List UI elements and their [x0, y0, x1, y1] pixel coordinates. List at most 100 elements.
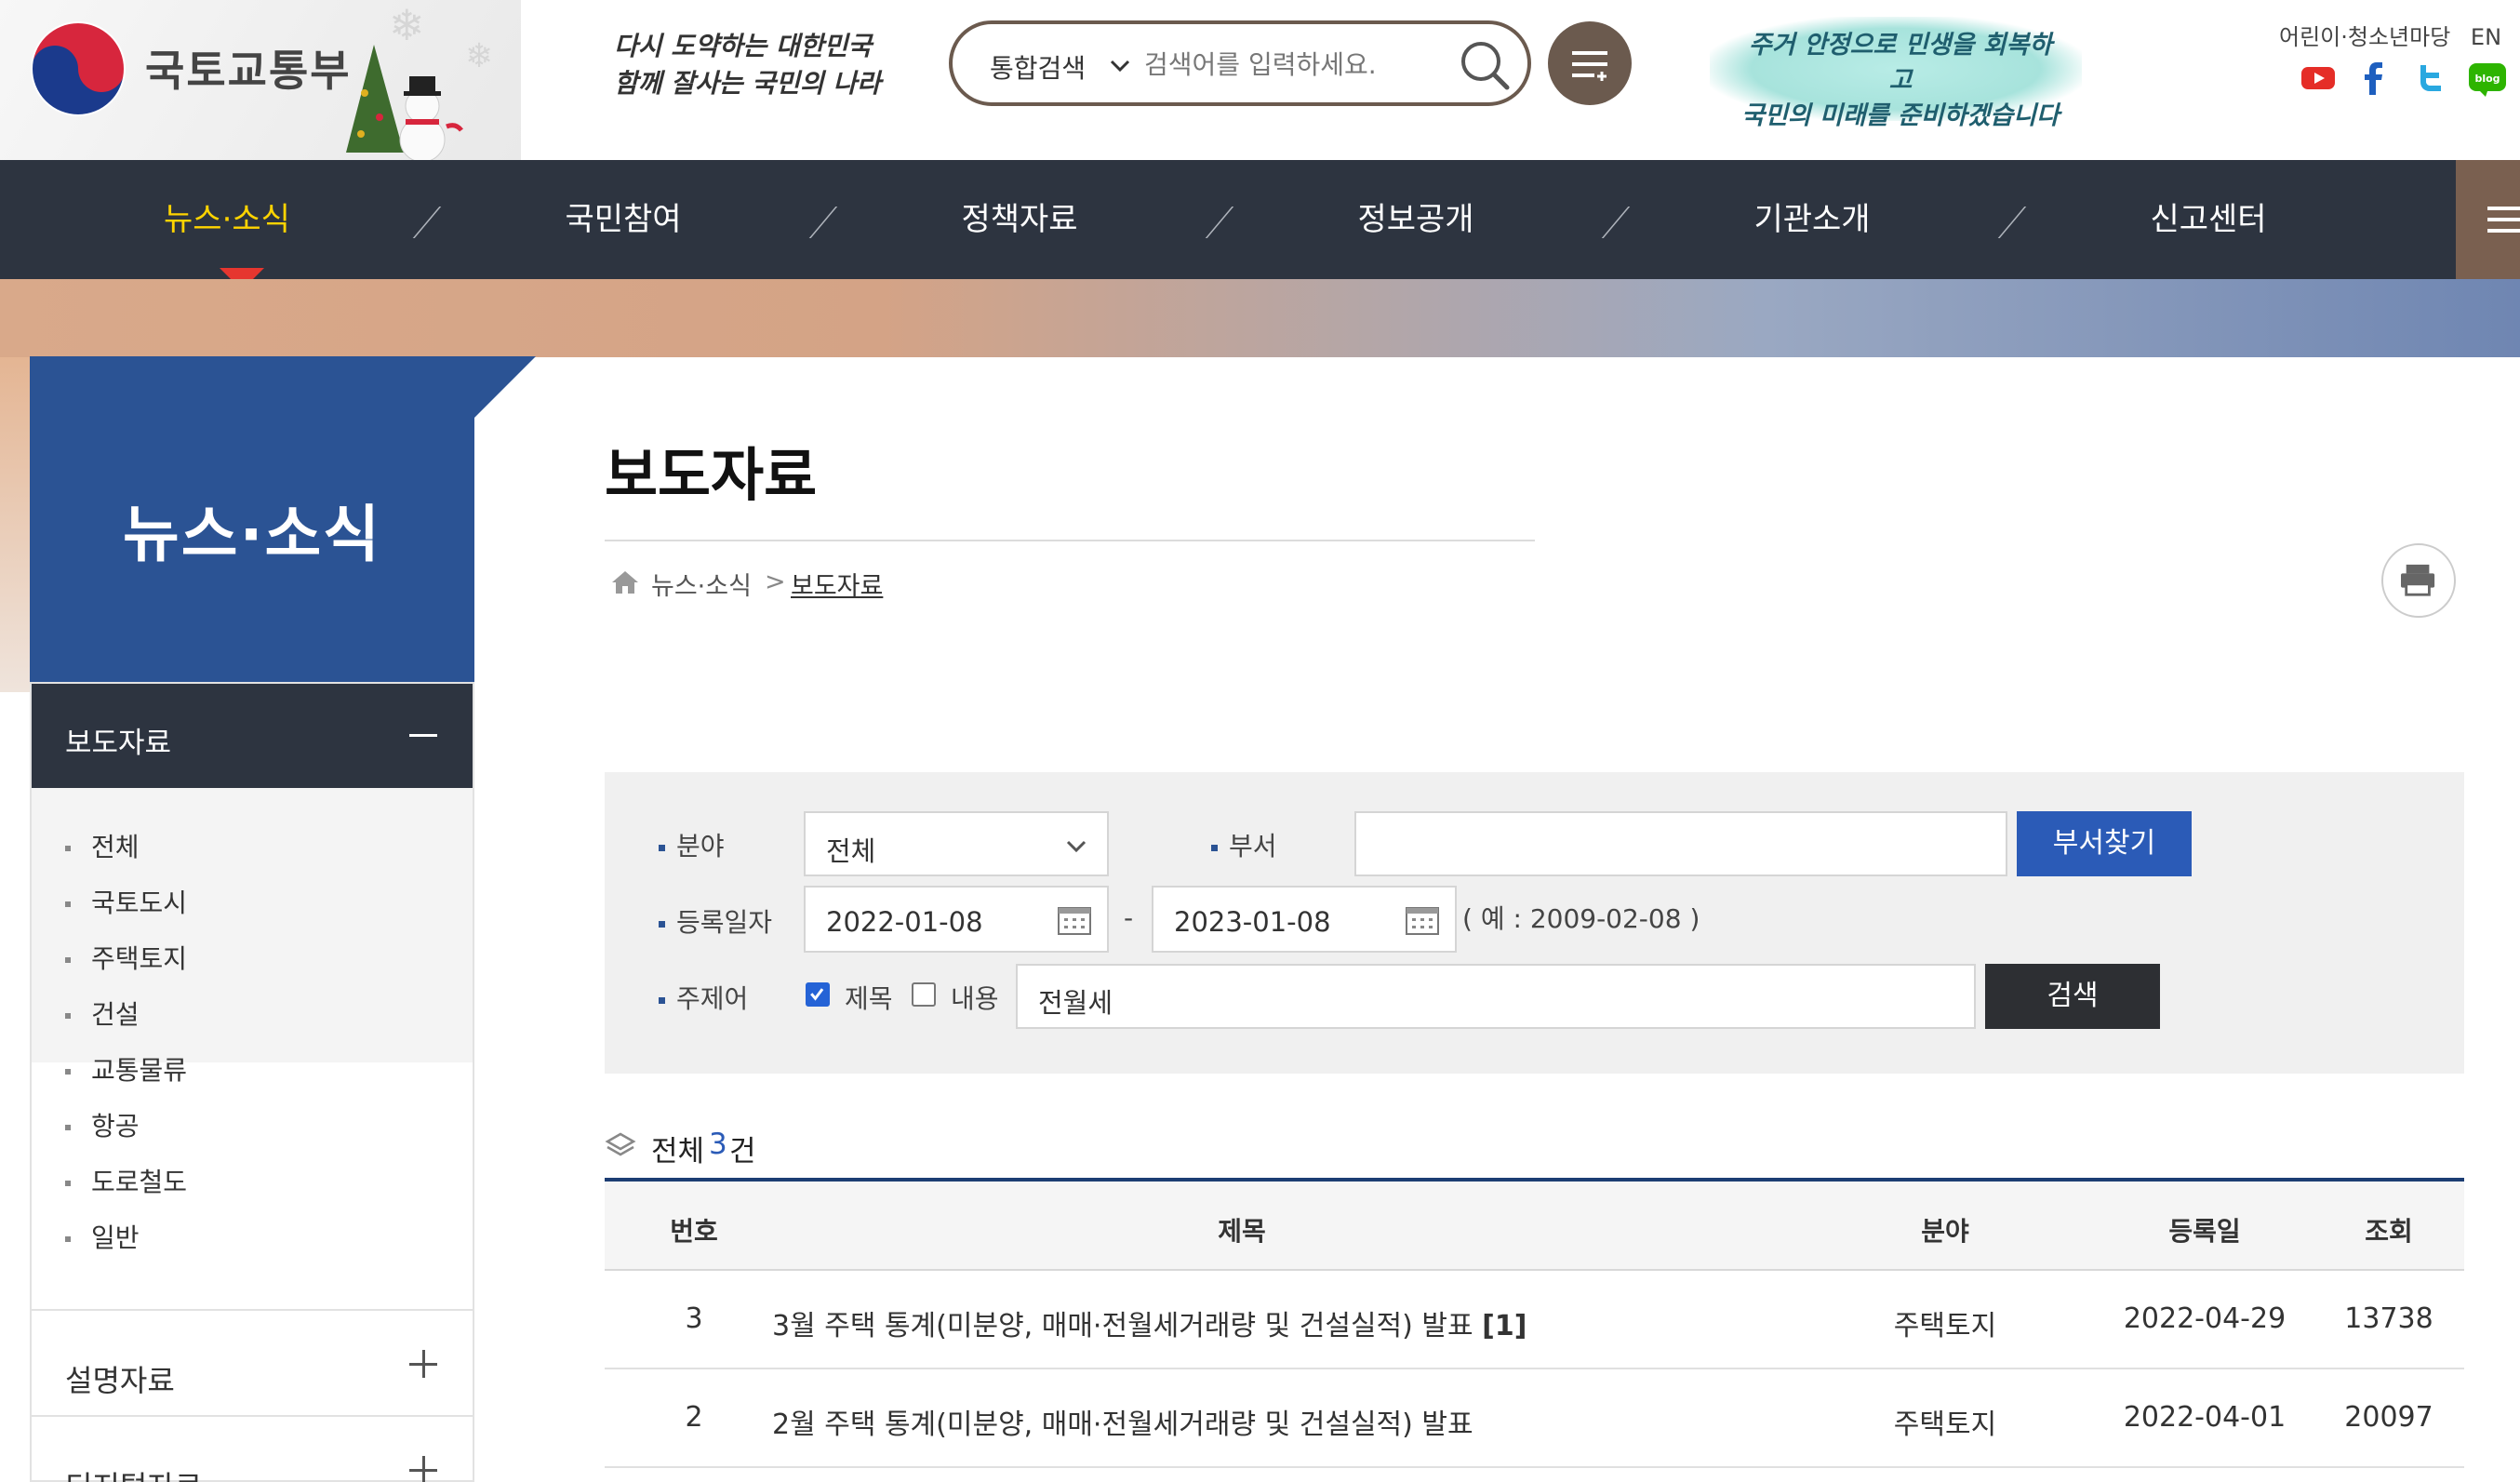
bullet	[65, 1013, 71, 1019]
english-link[interactable]: EN	[2471, 24, 2501, 50]
side-group-press-release[interactable]: 보도자료	[32, 684, 473, 788]
bullet	[65, 1125, 71, 1130]
side-sub-item-transport[interactable]: 교통물류	[65, 1050, 187, 1088]
bullet	[659, 844, 665, 851]
row-title-link[interactable]: 3월 주택 통계(미분양, 매매·전월세거래량 및 건설실적) 발표 [1]	[772, 1302, 1527, 1343]
facebook-icon[interactable]	[2353, 58, 2394, 99]
side-group-explanation[interactable]: 설명자료	[32, 1309, 473, 1413]
date-to-input[interactable]: 2023-01-08	[1152, 886, 1457, 953]
column-header-title: 제목	[1218, 1216, 1266, 1247]
field-select[interactable]: 전체	[804, 811, 1109, 876]
sitemap-button[interactable]	[2456, 160, 2520, 279]
nav-separator	[412, 207, 442, 238]
nav-separator	[1997, 207, 2027, 238]
row-date: 2022-04-01	[2123, 1401, 2287, 1434]
side-group-label: 설명자료	[65, 1363, 175, 1398]
sub-item-label: 국토도시	[91, 888, 188, 918]
side-title-box: 뉴스·소식	[30, 356, 474, 682]
column-header-field: 분야	[1921, 1216, 1969, 1247]
field-label: 분야	[659, 826, 725, 863]
side-sub-item-road-rail[interactable]: 도로철도	[65, 1162, 187, 1199]
side-group-label: 보도자료	[65, 727, 172, 760]
youth-link[interactable]: 어린이·청소년마당	[2279, 24, 2450, 50]
plus-icon	[409, 1350, 437, 1378]
nav-item-report-center[interactable]: 신고센터	[2123, 160, 2294, 279]
calendar-icon[interactable]	[1405, 904, 1440, 936]
table-header: 번호 제목 분야 등록일 조회	[605, 1182, 2464, 1271]
date-from-input[interactable]: 2022-01-08	[804, 886, 1109, 953]
blog-icon[interactable]: blog	[2467, 58, 2508, 99]
side-group-digital[interactable]: 디지털자료	[32, 1415, 473, 1482]
content-checkbox[interactable]	[912, 982, 936, 1007]
attachment-count: [1]	[1482, 1310, 1527, 1342]
print-button[interactable]	[2381, 543, 2456, 618]
hamburger-icon	[2487, 207, 2520, 233]
all-menu-button[interactable]	[1548, 21, 1632, 105]
search-input[interactable]	[1144, 39, 1451, 89]
side-submenu: 전체 국토도시 주택토지 건설 교통물류 항공 도로철도 일반	[32, 788, 473, 1253]
side-title: 뉴스·소식	[123, 499, 381, 570]
column-header-views: 조회	[2365, 1216, 2413, 1247]
calendar-icon[interactable]	[1057, 904, 1092, 936]
row-number: 2	[685, 1401, 703, 1434]
row-title-link[interactable]: 2월 주택 통계(미분양, 매매·전월세거래량 및 건설실적) 발표	[772, 1401, 1473, 1442]
search-box: 통합검색	[949, 20, 1531, 106]
layers-icon	[605, 1132, 636, 1156]
total-label: 전체	[651, 1135, 705, 1168]
search-form: 분야 전체 부서 부서찾기 등록일자 2022-01-08 - 2023-01-…	[605, 772, 2464, 1074]
find-dept-button[interactable]: 부서찾기	[2017, 811, 2192, 876]
side-sub-item-all[interactable]: 전체	[65, 827, 140, 864]
visual-banner	[0, 279, 2520, 357]
site-logo[interactable]: ❄ ❄ 국토교통부	[0, 0, 521, 160]
home-icon[interactable]	[610, 569, 640, 595]
date-separator: -	[1124, 902, 1134, 933]
side-sub-item-general[interactable]: 일반	[65, 1218, 140, 1255]
total-unit: 건	[729, 1135, 756, 1168]
site-header: ❄ ❄ 국토교통부 다시 도약하는 대한민국 함께 잘사는 국민의 나라 통합검…	[0, 0, 2520, 160]
field-select-value: 전체	[826, 835, 876, 867]
side-title-corner	[474, 356, 536, 418]
nav-item-news[interactable]: 뉴스·소식	[141, 160, 313, 279]
title-checkbox-label: 제목	[845, 983, 893, 1014]
breadcrumb-item-news[interactable]: 뉴스·소식	[651, 566, 752, 602]
title-checkbox[interactable]	[806, 982, 830, 1007]
minus-icon	[409, 734, 437, 737]
table-row[interactable]: 3 3월 주택 통계(미분양, 매매·전월세거래량 및 건설실적) 발표 [1]…	[605, 1271, 2464, 1369]
campaign-banner[interactable]: 주거 안정으로 민생을 회복하고 국민의 미래를 준비하겠습니다	[1710, 17, 2082, 130]
search-button[interactable]: 검색	[1985, 964, 2160, 1029]
nav-item-policy[interactable]: 정책자료	[934, 160, 1105, 279]
keyword-input[interactable]: 전월세	[1016, 964, 1976, 1029]
utility-links: 어린이·청소년마당 EN	[2279, 19, 2514, 51]
nav-item-participation[interactable]: 국민참여	[538, 160, 709, 279]
date-from-value: 2022-01-08	[826, 906, 983, 938]
nav-item-about[interactable]: 기관소개	[1727, 160, 1898, 279]
sub-item-label: 전체	[91, 832, 140, 862]
side-sub-item-construction[interactable]: 건설	[65, 995, 140, 1032]
search-icon[interactable]	[1453, 33, 1518, 95]
youtube-icon[interactable]	[2298, 58, 2339, 99]
side-sub-item-aviation[interactable]: 항공	[65, 1106, 140, 1143]
breadcrumb-item-current[interactable]: 보도자료	[791, 566, 883, 602]
checkmark-icon	[810, 988, 824, 1001]
dept-input[interactable]	[1354, 811, 2007, 876]
search-scope-select[interactable]: 통합검색	[990, 48, 1086, 86]
row-views: 20097	[2344, 1401, 2433, 1434]
side-sub-item-housing[interactable]: 주택토지	[65, 939, 187, 976]
twitter-icon[interactable]	[2411, 58, 2452, 99]
sub-item-label: 항공	[91, 1111, 140, 1142]
sub-item-label: 도로철도	[91, 1167, 188, 1197]
side-group-label: 디지털자료	[65, 1463, 202, 1482]
bullet	[65, 901, 71, 907]
dept-label: 부서	[1211, 826, 1277, 863]
row-views: 13738	[2344, 1302, 2433, 1335]
row-number: 3	[685, 1302, 703, 1335]
table-row[interactable]: 2 2월 주택 통계(미분양, 매매·전월세거래량 및 건설실적) 발표 주택토…	[605, 1369, 2464, 1468]
plus-icon	[409, 1456, 437, 1482]
government-emblem-icon	[31, 21, 126, 116]
bullet	[65, 1069, 71, 1075]
nav-item-disclosure[interactable]: 정보공개	[1330, 160, 1501, 279]
total-count: 3	[709, 1128, 727, 1161]
content-checkbox-label: 내용	[951, 983, 999, 1014]
chevron-down-icon[interactable]	[1107, 52, 1133, 78]
side-sub-item-urban[interactable]: 국토도시	[65, 883, 187, 920]
